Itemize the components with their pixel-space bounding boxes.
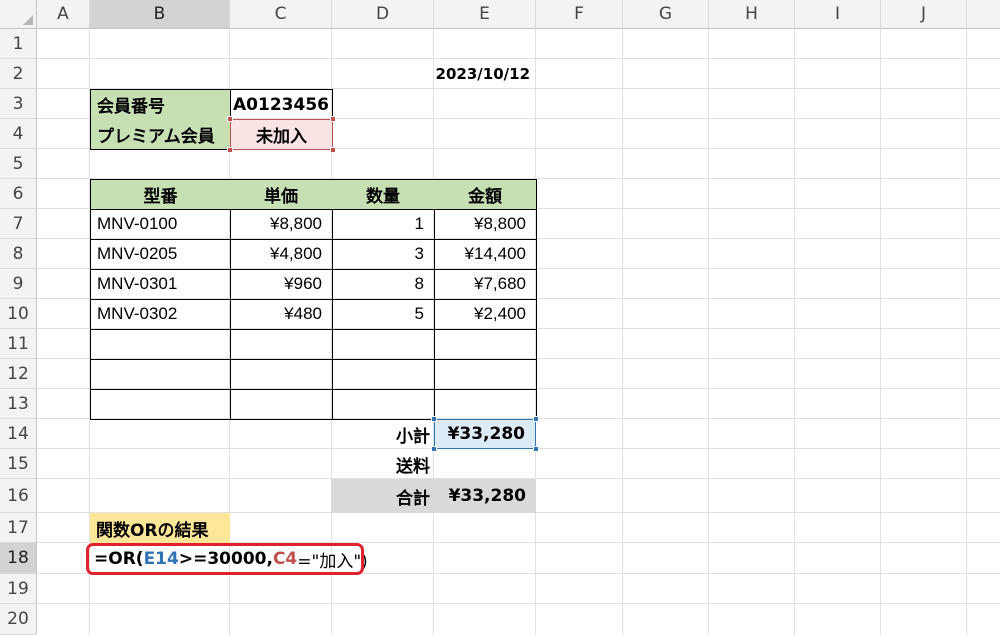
table-cell[interactable]: MNV-0302: [90, 299, 231, 330]
row-header-18[interactable]: 18: [0, 543, 37, 574]
column-header-j[interactable]: J: [881, 0, 967, 29]
formula-highlight-box: [86, 543, 364, 575]
table-cell[interactable]: [90, 329, 231, 360]
shipping-label[interactable]: 送料: [332, 449, 434, 479]
gridline: [708, 29, 709, 635]
date-cell[interactable]: 2023/10/12: [434, 59, 536, 89]
select-all-button[interactable]: [0, 0, 37, 29]
row-header-3[interactable]: 3: [0, 89, 37, 119]
range-handle[interactable]: [330, 116, 336, 122]
row-header-19[interactable]: 19: [0, 574, 37, 604]
table-cell[interactable]: [434, 389, 537, 420]
spreadsheet: A B C D E F G H I J 1 2 3 4 5 6 7 8 9 10…: [0, 0, 1000, 635]
range-handle[interactable]: [431, 416, 437, 422]
total-label[interactable]: 合計: [332, 479, 434, 513]
table-cell[interactable]: 5: [332, 299, 435, 330]
column-header-f[interactable]: F: [536, 0, 623, 29]
column-header-b[interactable]: B: [90, 0, 230, 29]
premium-label[interactable]: プレミアム会員: [90, 119, 231, 150]
row-header-17[interactable]: 17: [0, 513, 37, 543]
range-handle[interactable]: [227, 116, 233, 122]
row-header-6[interactable]: 6: [0, 179, 37, 209]
row-header-2[interactable]: 2: [0, 59, 37, 89]
table-cell[interactable]: ¥960: [230, 269, 333, 300]
or-result-label[interactable]: 関数ORの結果: [90, 513, 230, 543]
gridline: [622, 29, 623, 635]
gridline: [794, 29, 795, 635]
row-header-16[interactable]: 16: [0, 479, 37, 513]
table-header-model[interactable]: 型番: [90, 179, 231, 210]
range-handle[interactable]: [533, 416, 539, 422]
column-header-d[interactable]: D: [332, 0, 434, 29]
row-header-11[interactable]: 11: [0, 329, 37, 359]
column-header-g[interactable]: G: [623, 0, 709, 29]
table-cell[interactable]: [332, 359, 435, 390]
row-header-4[interactable]: 4: [0, 119, 37, 149]
table-cell[interactable]: [434, 329, 537, 360]
column-header-a[interactable]: A: [37, 0, 90, 29]
table-cell[interactable]: MNV-0100: [90, 209, 231, 240]
table-cell[interactable]: ¥7,680: [434, 269, 537, 300]
table-cell[interactable]: ¥14,400: [434, 239, 537, 270]
table-cell[interactable]: [434, 359, 537, 390]
total-value[interactable]: ¥33,280: [434, 479, 536, 513]
table-cell[interactable]: 1: [332, 209, 435, 240]
column-header-i[interactable]: I: [795, 0, 881, 29]
range-handle[interactable]: [330, 147, 336, 153]
row-header-8[interactable]: 8: [0, 239, 37, 269]
table-cell[interactable]: [230, 329, 333, 360]
table-cell[interactable]: [90, 389, 231, 420]
table-cell[interactable]: MNV-0301: [90, 269, 231, 300]
row-header-7[interactable]: 7: [0, 209, 37, 239]
row-header-15[interactable]: 15: [0, 449, 37, 479]
row-header-13[interactable]: 13: [0, 389, 37, 419]
range-handle[interactable]: [227, 147, 233, 153]
column-header-k[interactable]: [967, 0, 1000, 29]
table-cell[interactable]: MNV-0205: [90, 239, 231, 270]
table-cell[interactable]: [332, 389, 435, 420]
table-cell[interactable]: ¥8,800: [434, 209, 537, 240]
table-cell[interactable]: ¥480: [230, 299, 333, 330]
column-header-h[interactable]: H: [709, 0, 795, 29]
column-header-e[interactable]: E: [434, 0, 536, 29]
row-header-9[interactable]: 9: [0, 269, 37, 299]
table-cell[interactable]: ¥4,800: [230, 239, 333, 270]
row-header-5[interactable]: 5: [0, 149, 37, 179]
shipping-value[interactable]: [434, 449, 536, 479]
member-id-label[interactable]: 会員番号: [90, 89, 231, 120]
row-header-1[interactable]: 1: [0, 29, 37, 59]
gridline: [880, 29, 881, 635]
subtotal-value[interactable]: ¥33,280: [434, 419, 536, 449]
row-header-20[interactable]: 20: [0, 604, 37, 635]
row-header-14[interactable]: 14: [0, 419, 37, 449]
table-header-unit-price[interactable]: 単価: [230, 179, 333, 210]
member-id-value[interactable]: A0123456: [230, 89, 333, 120]
table-cell[interactable]: [332, 329, 435, 360]
table-cell[interactable]: [230, 389, 333, 420]
table-cell[interactable]: ¥8,800: [230, 209, 333, 240]
table-header-amount[interactable]: 金額: [434, 179, 537, 210]
table-cell[interactable]: ¥2,400: [434, 299, 537, 330]
row-header-12[interactable]: 12: [0, 359, 37, 389]
column-header-c[interactable]: C: [230, 0, 332, 29]
table-cell[interactable]: [230, 359, 333, 390]
gridline: [966, 29, 967, 635]
table-cell[interactable]: 3: [332, 239, 435, 270]
table-cell[interactable]: 8: [332, 269, 435, 300]
table-header-quantity[interactable]: 数量: [332, 179, 435, 210]
gridline: [37, 603, 1000, 604]
premium-value[interactable]: 未加入: [230, 119, 333, 150]
table-cell[interactable]: [90, 359, 231, 390]
subtotal-label[interactable]: 小計: [332, 419, 434, 449]
row-header-10[interactable]: 10: [0, 299, 37, 329]
